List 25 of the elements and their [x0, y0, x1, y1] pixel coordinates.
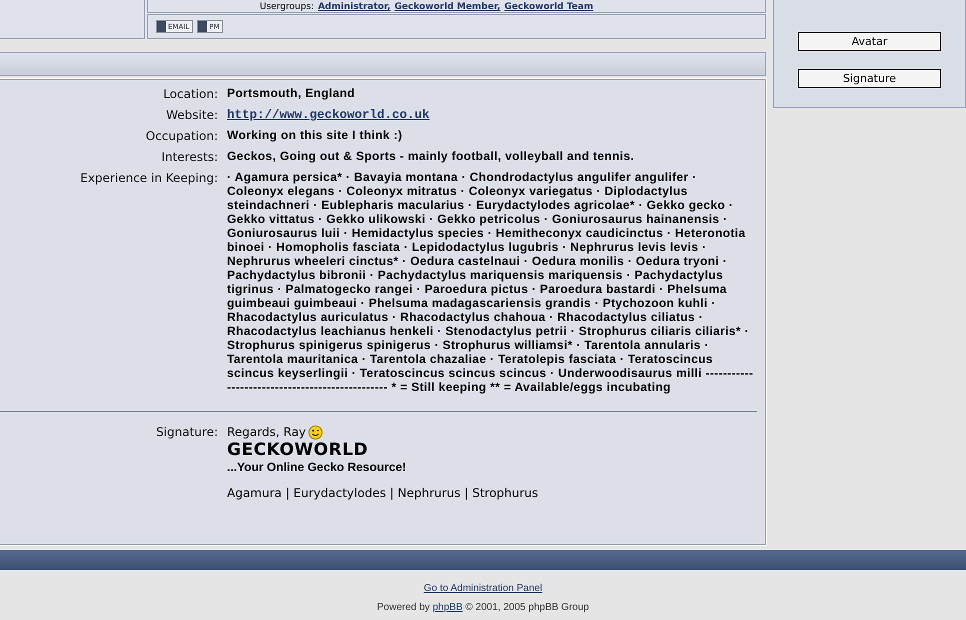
usergroups-label: Usergroups: [260, 2, 314, 12]
usergroup-link[interactable]: Administrator, [318, 2, 391, 12]
profile-button[interactable]: Signature [798, 69, 941, 88]
field-label: Interests: [160, 149, 218, 165]
phpbb-link[interactable]: phpBB [432, 602, 463, 613]
powered-by-text: Powered by phpBB © 2001, 2005 phpBB Group [377, 602, 589, 613]
smiley-icon [308, 424, 323, 440]
profile-value: Portsmouth, England [227, 86, 356, 102]
signature-tagline: ...Your Online Gecko Resource! [227, 460, 408, 474]
website-link[interactable]: http://www.geckoworld.co.uk [227, 107, 430, 123]
field-label: Signature: [155, 424, 218, 441]
profile-value: Geckos, Going out & Sports - mainly football, volleyball and tennis. [227, 149, 636, 165]
field-label: Experience in Keeping: [79, 170, 218, 187]
field-label: Occupation: [144, 128, 218, 144]
profile-value: · Agamura persica* · Bavayia montana · Chondrodactylus angulifer angulifer · Coleonyx elegans · Coleonyx mitratus · Coleonyx variegatus · Diplodactylus steindachneri · Eublepharis macularius · Eurydactylodes agricolae* · Gekko gecko · Gekko vittatus · Gekko ulikowski · Gekko petricolus · Goniurosaurus hainanensis · Goniurosaurus luii · Hemidactylus species · Hemitheconyx caudicinctus · Heteronotia binoei · Homopholis fasciata · Lepidodactylus lugubris · Nephrurus levis levis · Nephrurus wheeleri cinctus* · Oedura castelnaui · Oedura monilis · Oedura tryoni · Pachydactylus bibronii · Pachydactylus mariquensis mariquensis · Pachydactylus tigrinus · Palmatogecko rangei · Paroedura pictus · Paroedura bastardi · Phelsuma guimbeaui guimbeaui · Phelsuma madagascariensis grandis · Ptychozoon kuhli · Rhacodactylus auriculatus · Rhacodactylus chahoua · Rhacodactylus ciliatus · Rhacodactylus leachianus henkeli · Stenodactylus petrii · Strophurus ciliaris ciliaris* · Strophurus spinigerus spinigerus · Strophurus williamsi* · Tarentola annularis · Tarentola mauritanica · Tarentola chazaliae · Teratolepis fasciata · Teratoscincus scincus keyserlingii · Teratoscincus scincus scincus · Underwoodisaurus milli ------------------------------------------------ * = Still keeping ** = Available/eggs incubating [227, 170, 754, 394]
signature-greeting: Regards, Ray [227, 424, 306, 440]
admin-panel-link[interactable]: Go to Administration Panel [424, 583, 542, 594]
field-label: Location: [162, 86, 218, 102]
profile-button[interactable]: Avatar [798, 32, 941, 51]
usergroup-link[interactable]: Geckoworld Member, [394, 2, 500, 12]
field-label: Website: [165, 107, 218, 123]
profile-value: Working on this site I think :) [227, 128, 404, 144]
signature-links: Agamura | Eurydactylodes | Nephrurus | Strophurus [227, 486, 540, 500]
usergroup-link[interactable]: Geckoworld Team [504, 2, 594, 12]
signature-title: GECKOWORLD [227, 440, 370, 460]
